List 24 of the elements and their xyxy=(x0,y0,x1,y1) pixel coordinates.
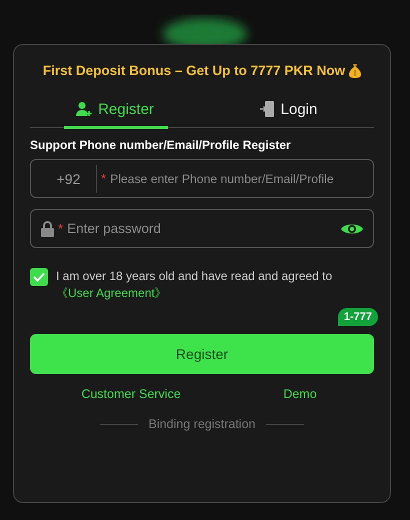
phone-input[interactable]: Please enter Phone number/Email/Profile xyxy=(110,172,363,186)
password-field[interactable]: * Enter password xyxy=(30,209,374,248)
required-mark: * xyxy=(101,171,106,186)
eye-icon[interactable] xyxy=(341,222,363,236)
login-tab[interactable]: Login xyxy=(252,96,324,129)
divider-text: Binding registration xyxy=(148,417,256,431)
user-agreement-link[interactable]: 《User Agreement》 xyxy=(56,286,167,300)
form-label: Support Phone number/Email/Profile Register xyxy=(30,138,292,152)
add-user-icon xyxy=(76,101,92,117)
promo-badge: 1-777 xyxy=(338,308,378,326)
bonus-title: First Deposit Bonus – Get Up to 7777 PKR Now xyxy=(42,63,346,78)
register-tab[interactable]: Register xyxy=(64,96,168,129)
register-button[interactable]: Register xyxy=(30,334,374,374)
agreement-text: I am over 18 years old and have read and agreed to 《User Agreement》 xyxy=(56,268,334,302)
country-code[interactable]: +92 xyxy=(45,164,97,192)
lock-icon xyxy=(41,220,54,236)
phone-field[interactable]: +92 * Please enter Phone number/Email/Profile xyxy=(30,159,374,198)
required-mark: * xyxy=(58,221,64,236)
password-input[interactable]: Enter password xyxy=(67,221,337,236)
money-bag-icon xyxy=(349,63,362,78)
footer-link[interactable]: Customer Service xyxy=(81,387,181,401)
agreement-checkbox[interactable] xyxy=(30,268,48,286)
footer-link[interactable]: Demo xyxy=(283,387,317,401)
door-icon xyxy=(258,100,275,118)
